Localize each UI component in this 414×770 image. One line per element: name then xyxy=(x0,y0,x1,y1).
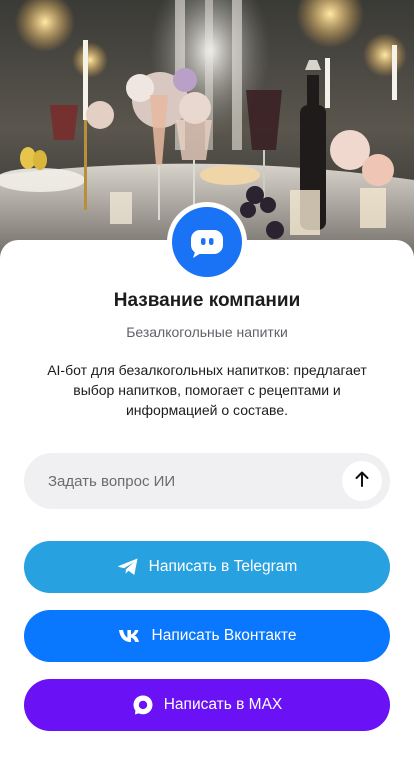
write-telegram-label: Написать в Telegram xyxy=(148,558,298,575)
telegram-icon xyxy=(117,557,139,577)
arrow-up-icon xyxy=(354,470,370,493)
write-max-label: Написать в MAX xyxy=(163,696,283,713)
write-vk-label: Написать Вконтакте xyxy=(151,627,297,644)
max-icon xyxy=(132,694,154,716)
chat-bot-icon xyxy=(172,207,242,277)
write-max-button[interactable]: Написать в MAX xyxy=(24,679,390,731)
company-category: Безалкогольные напитки xyxy=(126,324,288,340)
write-telegram-button[interactable]: Написать в Telegram xyxy=(24,541,390,593)
ask-ai-field[interactable] xyxy=(24,453,390,509)
avatar xyxy=(167,202,247,282)
company-name: Название компании xyxy=(113,290,301,311)
vk-icon xyxy=(118,629,142,643)
ask-ai-input[interactable] xyxy=(48,472,328,490)
write-vk-button[interactable]: Написать Вконтакте xyxy=(24,610,390,662)
company-description: AI-бот для безалкогольных напитков: пред… xyxy=(47,362,367,418)
send-button[interactable] xyxy=(342,461,382,501)
